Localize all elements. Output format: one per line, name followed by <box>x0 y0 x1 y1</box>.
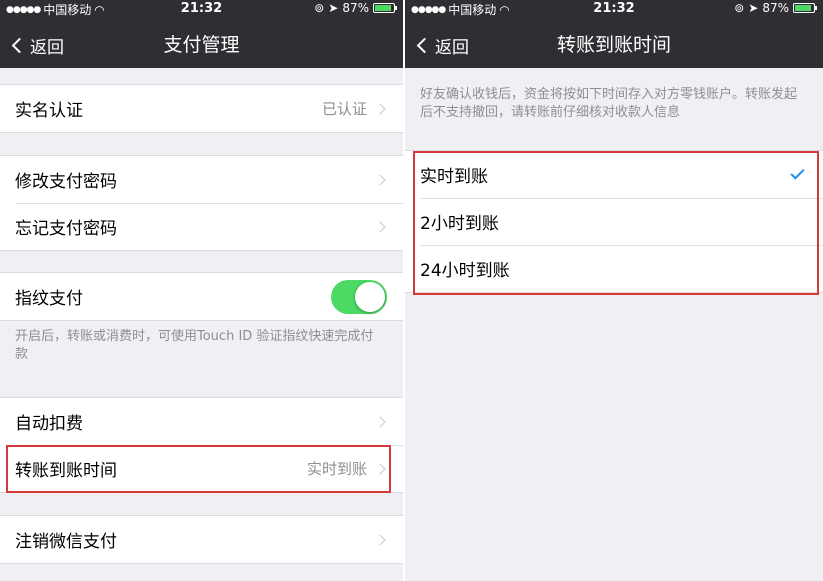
location-icon: ➤ <box>748 1 759 15</box>
battery-percent: 87% <box>762 1 789 15</box>
option-label: 24小时到账 <box>420 261 510 281</box>
forgot-password-row[interactable]: 忘记支付密码 <box>0 203 403 250</box>
fingerprint-note: 开启后，转账或消费时，可使用Touch ID 验证指纹快速完成付款 <box>15 329 374 362</box>
fingerprint-pay-row: 指纹支付 <box>0 273 403 320</box>
real-name-verify-row[interactable]: 实名认证 已认证 <box>0 85 403 132</box>
row-label: 修改支付密码 <box>15 172 117 192</box>
verify-status: 已认证 <box>321 100 367 118</box>
chevron-right-icon <box>374 415 386 428</box>
location-icon: ➤ <box>328 1 339 15</box>
chevron-right-icon <box>374 173 386 186</box>
row-label: 注销微信支付 <box>15 532 117 552</box>
auto-transfer-group: 自动扣费 转账到账时间 实时到账 <box>0 397 403 493</box>
battery-icon <box>373 3 397 13</box>
rotation-lock-icon: ⊚ <box>314 1 325 15</box>
row-label: 转账到账时间 <box>15 461 117 481</box>
battery-percent: 87% <box>342 1 369 15</box>
rotation-lock-icon: ⊚ <box>734 1 745 15</box>
option-realtime[interactable]: 实时到账 <box>405 151 823 198</box>
nav-bar: ●●●●● 中国移动 ◠ 21:32 ⊚ ➤ 87% 返回 转账到账时间 <box>405 0 823 68</box>
status-bar: ●●●●● 中国移动 ◠ 21:32 ⊚ ➤ 87% <box>405 0 823 20</box>
status-bar: ●●●●● 中国移动 ◠ 21:32 ⊚ ➤ 87% <box>0 0 403 20</box>
chevron-right-icon <box>374 220 386 233</box>
option-label: 2小时到账 <box>420 214 499 234</box>
nav-bar: ●●●●● 中国移动 ◠ 21:32 ⊚ ➤ 87% 返回 支付管理 <box>0 0 403 68</box>
options-group: 实时到账 2小时到账 24小时到账 <box>405 150 823 293</box>
battery-icon <box>793 3 817 13</box>
chevron-right-icon <box>374 462 386 475</box>
page-title: 转账到账时间 <box>556 34 671 56</box>
battery-level <box>375 5 391 11</box>
payment-management-screen: ●●●●● 中国移动 ◠ 21:32 ⊚ ➤ 87% 返回 支付管理 实名认证 已认证 修… <box>0 0 403 581</box>
fingerprint-group: 指纹支付 <box>0 272 403 321</box>
row-label: 指纹支付 <box>15 289 83 309</box>
option-24-hours[interactable]: 24小时到账 <box>405 245 823 292</box>
option-2-hours[interactable]: 2小时到账 <box>405 198 823 245</box>
row-label: 忘记支付密码 <box>15 219 117 239</box>
page-title: 支付管理 <box>163 34 240 56</box>
cancel-wechat-pay-row[interactable]: 注销微信支付 <box>0 516 403 563</box>
verify-group: 实名认证 已认证 <box>0 84 403 133</box>
transfer-time-value: 实时到账 <box>306 460 367 478</box>
toggle-knob <box>355 281 385 312</box>
transfer-description: 好友确认收钱后，资金将按如下时间存入对方零钱账户。转账发起后不支持撤回，请转账前… <box>420 87 798 120</box>
chevron-right-icon <box>374 533 386 546</box>
transfer-time-row[interactable]: 转账到账时间 实时到账 <box>0 445 403 492</box>
battery-level <box>795 5 811 11</box>
checkmark-icon <box>790 165 805 180</box>
fingerprint-toggle[interactable] <box>331 279 387 314</box>
cancel-group: 注销微信支付 <box>0 515 403 564</box>
change-password-row[interactable]: 修改支付密码 <box>0 156 403 203</box>
auto-deduct-row[interactable]: 自动扣费 <box>0 398 403 445</box>
password-group: 修改支付密码 忘记支付密码 <box>0 155 403 251</box>
row-label: 实名认证 <box>15 101 83 121</box>
option-label: 实时到账 <box>420 167 488 187</box>
row-label: 自动扣费 <box>15 414 83 434</box>
chevron-right-icon <box>374 102 386 115</box>
transfer-time-screen: ●●●●● 中国移动 ◠ 21:32 ⊚ ➤ 87% 返回 转账到账时间 好友确认收钱后… <box>405 0 823 581</box>
